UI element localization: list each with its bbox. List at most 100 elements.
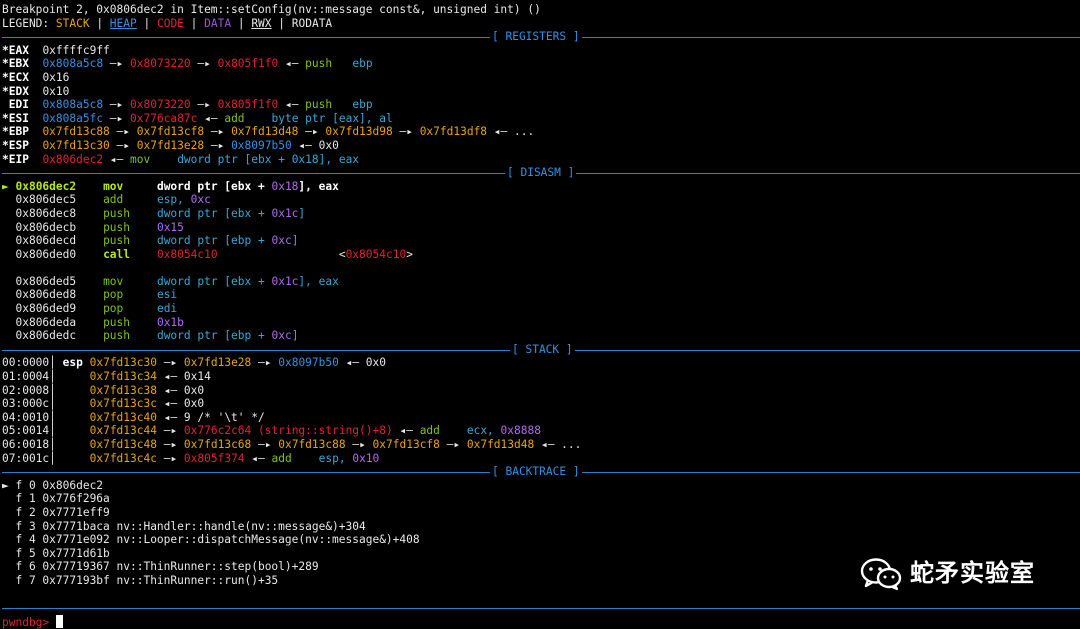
stack-divider: │ xyxy=(49,356,63,370)
frame-marker xyxy=(2,547,15,560)
stack-value: 0x805f374 xyxy=(183,451,245,465)
stack-value: add xyxy=(271,451,319,465)
current-marker xyxy=(2,248,15,261)
registers-panel: *EAX 0xffffc9ff *EBX 0x808a5c8 —▸ 0x8073… xyxy=(2,44,1080,166)
stack-divider: │ xyxy=(49,410,63,424)
current-marker xyxy=(2,221,15,234)
current-marker xyxy=(2,302,15,315)
legend-code: CODE xyxy=(156,16,184,30)
backtrace-frame[interactable]: f 3 0x7771baca nv::Handler::handle(nv::m… xyxy=(2,520,1080,534)
registers-title: [ REGISTERS ] xyxy=(490,30,582,44)
disasm-line[interactable]: 0x806deda push 0x1b xyxy=(2,316,1080,330)
frame-text: f 7 0x777193bf nv::ThinRunner::run()+35 xyxy=(15,573,279,587)
disasm-operand: edi xyxy=(156,302,178,316)
register-eip: *EIP 0x806dec2 ◂— mov dword ptr [ebx + 0… xyxy=(2,152,360,166)
stack-divider: │ xyxy=(49,438,63,451)
stack-value: ◂— xyxy=(392,424,420,438)
stack-row[interactable]: 05:0014│ 0x7fd13c44 —▸ 0x776c2c64 (strin… xyxy=(2,424,1080,438)
stack-register xyxy=(63,452,83,465)
stack-value: add xyxy=(419,424,467,438)
disasm-line[interactable]: 0x806decb push 0x15 xyxy=(2,221,1080,235)
frame-marker xyxy=(2,520,15,533)
disasm-panel: ► 0x806dec2 mov dword ptr [ebx + 0x18], … xyxy=(2,180,1080,343)
stack-offset: 06:0018 xyxy=(2,438,50,451)
frame-text: f 5 0x7771d61b xyxy=(15,546,110,560)
stack-register xyxy=(63,424,83,437)
disasm-operand: dword ptr [ebx + xyxy=(156,206,272,220)
stack-register xyxy=(63,370,83,383)
stack-address: 0x7fd13c30 xyxy=(89,356,157,370)
backtrace-frame[interactable]: ► f 0 0x806dec2 xyxy=(2,479,1080,493)
disasm-line[interactable]: ► 0x806dec2 mov dword ptr [ebx + 0x18], … xyxy=(2,180,1080,194)
stack-value: —▸ xyxy=(156,438,184,451)
register-eax: *EAX 0xffffc9ff xyxy=(2,43,110,57)
prompt: pwndbg> xyxy=(2,615,56,629)
frame-text: f 2 0x7771eff9 xyxy=(15,505,110,519)
register-esp: *ESP 0x7fd13c30 —▸ 0x7fd13e28 —▸ 0x8097b… xyxy=(2,138,339,152)
legend-line: LEGEND: STACK | HEAP | CODE | DATA | RWX… xyxy=(2,16,333,30)
disasm-operand: ], eax xyxy=(298,274,339,288)
stack-register xyxy=(63,438,83,451)
disasm-title: [ DISASM ] xyxy=(505,166,577,180)
stack-value: esp, xyxy=(318,451,353,465)
backtrace-frame[interactable]: f 1 0x776f296a xyxy=(2,492,1080,506)
current-marker xyxy=(2,193,15,206)
disasm-operand: dword ptr [ebx + xyxy=(156,274,272,288)
disasm-line[interactable]: 0x806dec8 push dword ptr [ebx + 0x1c] xyxy=(2,207,1080,221)
stack-address: 0x7fd13c48 xyxy=(89,438,157,451)
stack-value: ◂— 9 /* '\t' */ xyxy=(156,410,265,424)
frame-text: f 6 0x77719367 nv::ThinRunner::step(bool… xyxy=(15,560,319,574)
cursor[interactable] xyxy=(55,614,63,628)
stack-row[interactable]: 03:000c│ 0x7fd13c3c ◂— 0x0 xyxy=(2,397,1080,411)
disasm-line[interactable]: 0x806ded8 pop esi xyxy=(2,288,1080,302)
disasm-address: 0x806dec5 xyxy=(15,193,77,207)
stack-row[interactable]: 07:001c│ 0x7fd13c4c —▸ 0x805f374 ◂— add … xyxy=(2,452,1080,466)
legend-stack: STACK xyxy=(55,16,90,30)
stack-row[interactable]: 00:0000│ esp 0x7fd13c30 —▸ 0x7fd13e28 —▸… xyxy=(2,356,1080,370)
terminal-window[interactable]: Breakpoint 2, 0x0806dec2 in Item::setCon… xyxy=(0,0,1080,629)
register-edx: *EDX 0x10 xyxy=(2,84,70,98)
disasm-mnemonic: pop xyxy=(103,288,157,302)
stack-divider: │ xyxy=(49,383,63,397)
stack-value: —▸ xyxy=(251,438,279,451)
frame-text: f 3 0x7771baca nv::Handler::handle(nv::m… xyxy=(15,519,366,533)
disasm-mnemonic: mov xyxy=(103,274,157,288)
backtrace-frame[interactable]: f 2 0x7771eff9 xyxy=(2,506,1080,520)
disasm-address: 0x806ded0 xyxy=(15,247,77,261)
stack-row[interactable]: 04:0010│ 0x7fd13c40 ◂— 9 /* '\t' */ xyxy=(2,411,1080,425)
bottom-separator xyxy=(2,601,1080,615)
stack-register xyxy=(63,384,83,397)
disasm-line[interactable]: 0x806ded0 call 0x8054c10 <0x8054c10> xyxy=(2,248,1080,262)
backtrace-frame[interactable]: f 4 0x7771e092 nv::Looper::dispatchMessa… xyxy=(2,533,1080,547)
frame-marker xyxy=(2,574,15,587)
stack-row[interactable]: 02:0008│ 0x7fd13c38 ◂— 0x0 xyxy=(2,384,1080,398)
disasm-separator: [ DISASM ] xyxy=(2,166,1080,180)
stack-value: —▸ xyxy=(156,451,184,465)
stack-value: ◂— xyxy=(244,451,272,465)
disasm-line[interactable]: 0x806dec5 add esp, 0xc xyxy=(2,193,1080,207)
stack-offset: 02:0008 xyxy=(2,383,50,397)
stack-address: 0x7fd13c38 xyxy=(89,383,157,397)
frame-text: f 4 0x7771e092 nv::Looper::dispatchMessa… xyxy=(15,533,420,547)
stack-value: 0x10 xyxy=(352,451,380,465)
watermark: 蛇矛实验室 xyxy=(860,555,1035,593)
stack-value: ◂— 0x0 xyxy=(338,356,387,370)
disasm-line[interactable]: 0x806dedc push dword ptr [ebp + 0xc] xyxy=(2,329,1080,343)
frame-marker xyxy=(2,506,15,519)
stack-value: —▸ xyxy=(251,356,279,370)
disasm-line[interactable]: 0x806ded5 mov dword ptr [ebx + 0x1c], ea… xyxy=(2,275,1080,289)
disasm-line[interactable]: 0x806decd push dword ptr [ebp + 0xc] xyxy=(2,234,1080,248)
disasm-operand: esi xyxy=(156,288,178,302)
stack-row[interactable]: 06:0018│ 0x7fd13c48 —▸ 0x7fd13c68 —▸ 0x7… xyxy=(2,438,1080,452)
registers-separator: [ REGISTERS ] xyxy=(2,30,1080,44)
stack-value: ecx, xyxy=(466,424,501,438)
call-target-symbol: 0x8054c10 xyxy=(345,247,407,261)
disasm-operand: ] xyxy=(291,329,299,343)
stack-row[interactable]: 01:0004│ 0x7fd13c34 ◂— 0x14 xyxy=(2,370,1080,384)
disasm-address: 0x806ded9 xyxy=(15,302,77,316)
frame-text: f 1 0x776f296a xyxy=(15,492,110,506)
stack-value: 0x776c2c64 (string::string()+8) xyxy=(183,424,393,438)
stack-value: 0x8097b50 xyxy=(278,356,339,370)
disasm-line[interactable]: 0x806ded9 pop edi xyxy=(2,302,1080,316)
stack-value: 0x7fd13c68 xyxy=(183,438,252,451)
